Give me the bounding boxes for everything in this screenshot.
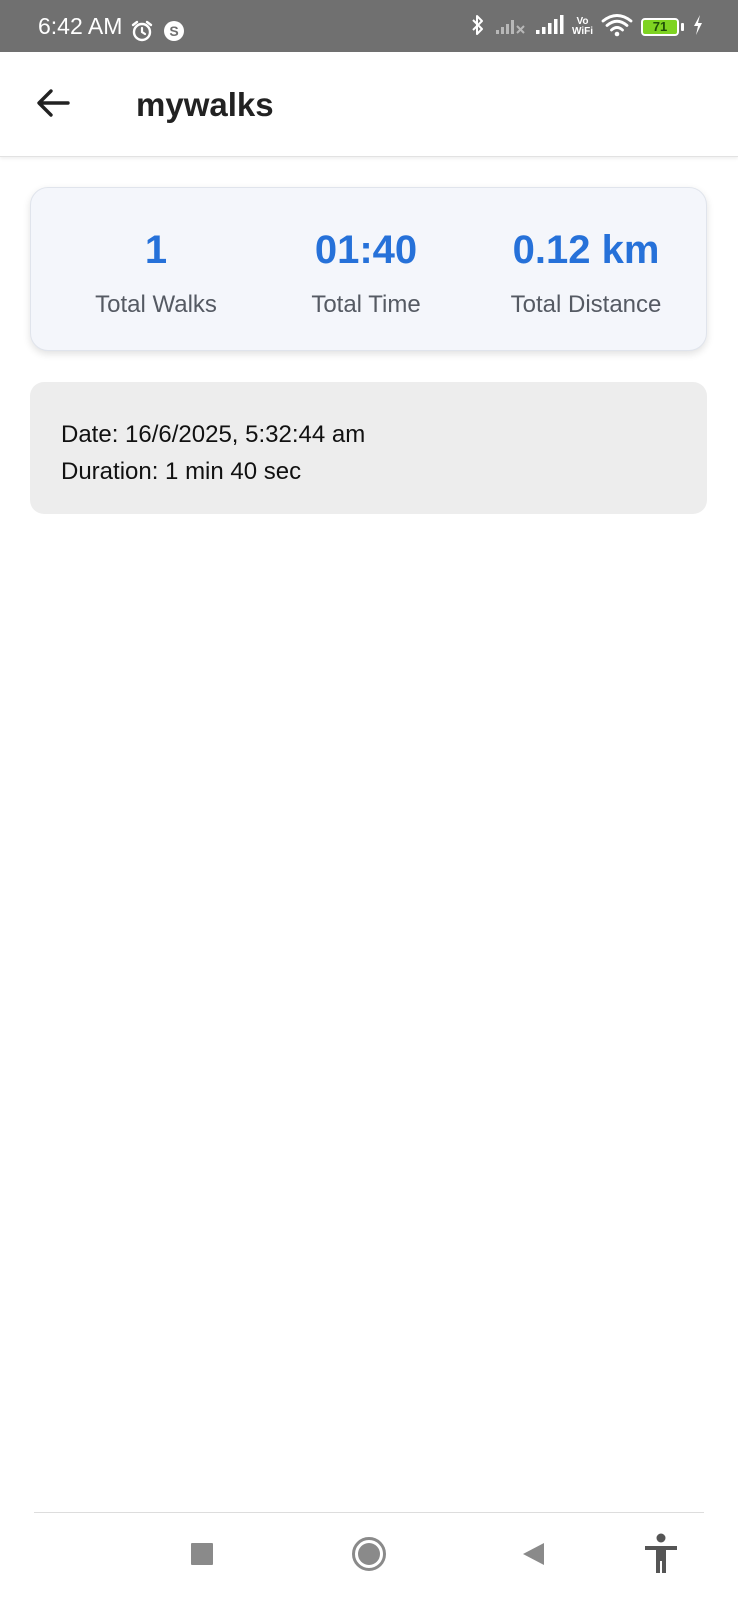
walk-list-item[interactable]: Date: 16/6/2025, 5:32:44 am Duration: 1 … <box>30 382 707 514</box>
stat-total-time: 01:40 Total Time <box>281 188 451 352</box>
total-time-label: Total Time <box>311 291 421 318</box>
back-button[interactable] <box>28 80 78 130</box>
summary-card: 1 Total Walks 01:40 Total Time 0.12 km T… <box>30 187 707 351</box>
home-circle-icon <box>351 1536 387 1577</box>
total-walks-value: 1 <box>144 228 168 272</box>
total-distance-label: Total Distance <box>510 291 662 318</box>
signal-no-service-icon <box>494 14 526 41</box>
app-bar: mywalks <box>0 52 738 157</box>
screen: 6:42 AM S Vo WiFi 71 mywalks 1 Total Wal… <box>0 0 738 1600</box>
back-triangle-icon <box>520 1541 546 1572</box>
battery-tip <box>681 23 684 31</box>
vowifi-icon: Vo WiFi <box>572 17 593 37</box>
battery-level: 71 <box>652 19 668 34</box>
bluetooth-icon <box>470 13 486 42</box>
walk-duration: Duration: 1 min 40 sec <box>61 458 302 485</box>
alarm-icon <box>130 19 154 48</box>
status-right-icons: Vo WiFi 71 <box>470 13 704 42</box>
battery-icon: 71 <box>641 18 679 36</box>
total-walks-label: Total Walks <box>95 291 217 318</box>
signal-icon <box>534 14 564 41</box>
s-app-icon: S <box>162 19 186 48</box>
back-nav-button[interactable] <box>510 1533 556 1579</box>
status-bar: 6:42 AM S Vo WiFi 71 <box>0 0 738 52</box>
home-button[interactable] <box>346 1533 392 1579</box>
svg-text:S: S <box>169 23 178 39</box>
status-time: 6:42 AM <box>38 13 123 39</box>
charging-icon <box>692 14 704 41</box>
total-time-value: 01:40 <box>314 228 418 272</box>
page-title: mywalks <box>136 86 274 123</box>
status-left-icons: S <box>130 19 186 48</box>
recents-button[interactable] <box>179 1533 225 1579</box>
arrow-left-icon <box>36 88 70 123</box>
accessibility-button[interactable] <box>638 1533 684 1579</box>
total-distance-value: 0.12 km <box>512 228 660 272</box>
stat-total-distance: 0.12 km Total Distance <box>486 188 686 352</box>
walk-date: Date: 16/6/2025, 5:32:44 am <box>61 421 366 448</box>
system-nav-bar <box>0 1513 738 1600</box>
vowifi-bottom-label: WiFi <box>571 26 593 37</box>
wifi-icon <box>601 13 633 42</box>
stat-total-walks: 1 Total Walks <box>71 188 241 352</box>
recents-square-icon <box>190 1542 214 1571</box>
accessibility-icon <box>643 1533 679 1580</box>
